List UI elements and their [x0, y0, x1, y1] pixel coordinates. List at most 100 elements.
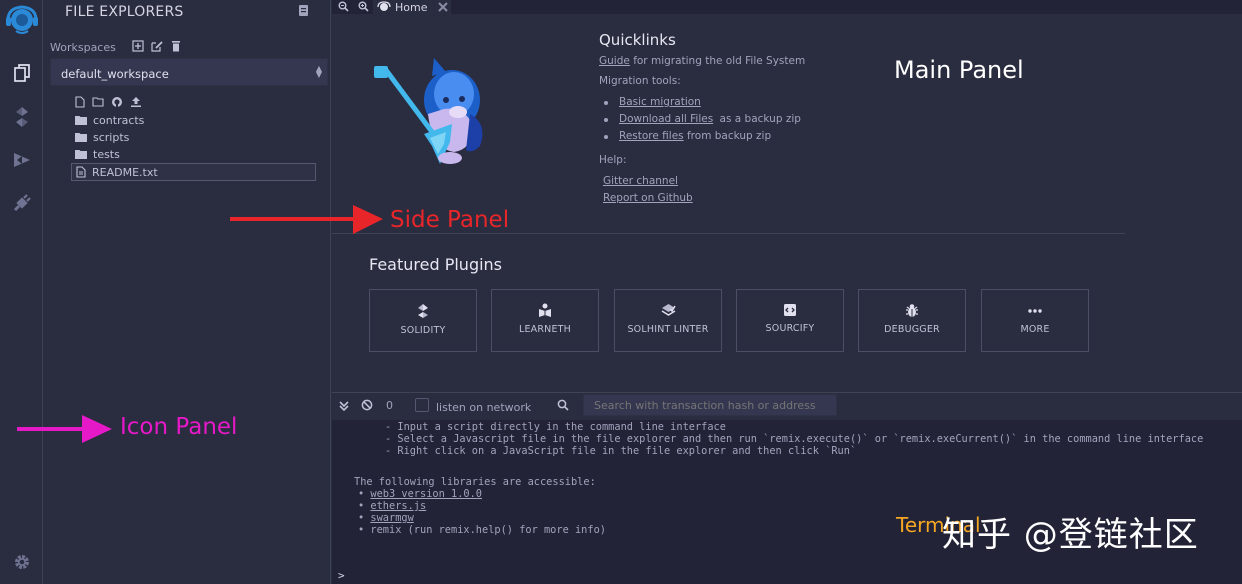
pending-tx-count: 0 [386, 399, 393, 412]
close-tab-icon[interactable] [438, 2, 449, 12]
restore-files-link[interactable]: Restore files [619, 130, 684, 142]
tx-search-input[interactable] [583, 394, 837, 416]
tree-item-folder[interactable]: tests [75, 146, 120, 162]
github-link[interactable]: Report on Github [603, 192, 693, 204]
zoom-in-icon[interactable] [354, 0, 372, 13]
bullet [604, 101, 608, 105]
main-panel: Quicklinks Guide for migrating the old F… [332, 14, 1242, 392]
main-panel-annotation: Main Panel [894, 56, 1024, 84]
quicklinks-title: Quicklinks [599, 31, 676, 49]
new-file-icon[interactable] [75, 96, 85, 108]
workspace-actions [132, 40, 182, 52]
plugin-label: MORE [1020, 324, 1050, 335]
divider [332, 233, 1125, 234]
restore-row: Restore files from backup zip [619, 130, 771, 142]
restore-text: from backup zip [686, 130, 772, 142]
guide-text: for migrating the old File System [633, 55, 806, 67]
gitter-row: Gitter channel [603, 175, 678, 187]
terminal-line: The following libraries are accessible: [354, 476, 596, 488]
solidity-icon [418, 304, 428, 318]
workspaces-label: Workspaces [50, 41, 116, 54]
side-panel-annotation: Side Panel [390, 207, 510, 233]
basic-migration-link[interactable]: Basic migration [619, 96, 701, 108]
tree-item-label: tests [93, 147, 120, 161]
select-caret-icon: ▲ ▼ [315, 64, 322, 79]
help-label: Help: [599, 154, 627, 166]
solhint-icon [661, 304, 676, 316]
clear-console-icon[interactable] [361, 399, 373, 411]
guide-link[interactable]: Guide [599, 55, 630, 67]
lib-link[interactable]: web3 version 1.0.0 [370, 488, 482, 500]
bullet [604, 135, 608, 139]
remix-home-icon [377, 1, 391, 11]
plugin-solhint-button[interactable]: SOLHINT LINTER [614, 289, 722, 352]
plugin-debugger-button[interactable]: DEBUGGER [858, 289, 966, 352]
new-folder-icon[interactable] [92, 96, 104, 108]
tree-item-folder[interactable]: scripts [75, 129, 129, 145]
migration-tools-label: Migration tools: [599, 75, 681, 87]
icon-panel-annotation: Icon Panel [120, 414, 238, 440]
solidity-compiler-icon[interactable] [0, 99, 43, 135]
file-actions [75, 96, 142, 108]
remix-ide-window: FILE EXPLORERS Workspaces default_worksp… [0, 0, 1242, 584]
folder-icon [75, 150, 87, 159]
gitter-link[interactable]: Gitter channel [603, 175, 678, 187]
tree-item-folder[interactable]: contracts [75, 112, 144, 128]
remix-mascot-image [374, 54, 494, 172]
workspace-select[interactable]: default_workspace ▲ ▼ [50, 58, 328, 86]
docs-icon[interactable] [298, 4, 309, 17]
terminal-lib-item: • ethers.js [358, 500, 427, 512]
terminal-line: - Select a Javascript file in the file e… [385, 433, 1204, 445]
tab-home[interactable]: Home [373, 0, 451, 14]
terminal-toolbar: 0 listen on network [332, 392, 1242, 420]
rename-workspace-icon[interactable] [151, 40, 163, 52]
zoom-out-icon[interactable] [334, 0, 352, 13]
terminal-prompt: > [338, 569, 345, 582]
plugin-label: DEBUGGER [884, 324, 940, 335]
delete-workspace-icon[interactable] [170, 40, 182, 52]
plugin-manager-icon[interactable] [0, 185, 43, 221]
icon-panel-arrow [16, 415, 114, 445]
folder-icon [75, 133, 87, 142]
side-panel: FILE EXPLORERS Workspaces default_worksp… [44, 0, 331, 584]
lib-link[interactable]: ethers.js [370, 500, 426, 512]
minimize-terminal-icon[interactable] [339, 400, 349, 412]
plugin-label: SOURCIFY [765, 323, 815, 334]
lib-link[interactable]: swarmgw [370, 512, 413, 524]
tree-item-label: scripts [93, 130, 130, 144]
download-row: Download all Files as a backup zip [619, 113, 801, 125]
file-text-icon [76, 166, 86, 178]
download-files-link[interactable]: Download all Files [619, 113, 713, 125]
listen-network-label: listen on network [436, 401, 532, 414]
plugin-learneth-button[interactable]: LEARNETH [491, 289, 599, 352]
featured-plugins-title: Featured Plugins [369, 255, 503, 274]
tabs-bar [332, 0, 1242, 14]
basic-migration-row: Basic migration [619, 96, 701, 108]
workspace-selected-value: default_workspace [61, 67, 169, 81]
create-workspace-icon[interactable] [132, 40, 144, 52]
terminal-line: - Input a script directly in the command… [385, 421, 726, 433]
settings-icon[interactable] [0, 544, 43, 580]
terminal-line: - Right click on a JavaScript file in th… [385, 445, 857, 457]
tab-home-label: Home [395, 0, 428, 14]
upload-icon[interactable] [130, 96, 142, 108]
deploy-run-icon[interactable] [0, 142, 43, 178]
zhihu-watermark: 知乎 @登链社区 [942, 515, 1199, 555]
tree-item-file[interactable]: README.txt [71, 163, 316, 181]
folder-icon [75, 116, 87, 125]
github-row: Report on Github [603, 192, 693, 204]
plugin-sourcify-button[interactable]: SOURCIFY [736, 289, 844, 352]
terminal-lib-item: • remix (run remix.help() for more info) [358, 524, 606, 536]
plugin-more-button[interactable]: MORE [981, 289, 1089, 352]
github-icon[interactable] [111, 96, 123, 108]
terminal[interactable]: - Input a script directly in the command… [332, 420, 1242, 584]
learneth-icon [539, 303, 551, 317]
plugin-label: SOLIDITY [400, 325, 446, 336]
file-explorer-icon[interactable] [0, 55, 43, 91]
plugin-label: LEARNETH [518, 324, 572, 335]
plugin-solidity-button[interactable]: SOLIDITY [369, 289, 477, 352]
tree-item-label: README.txt [92, 165, 158, 179]
listen-network-checkbox[interactable] [415, 398, 429, 412]
guide-row: Guide for migrating the old File System [599, 55, 805, 67]
remix-logo-icon[interactable] [0, 2, 43, 38]
